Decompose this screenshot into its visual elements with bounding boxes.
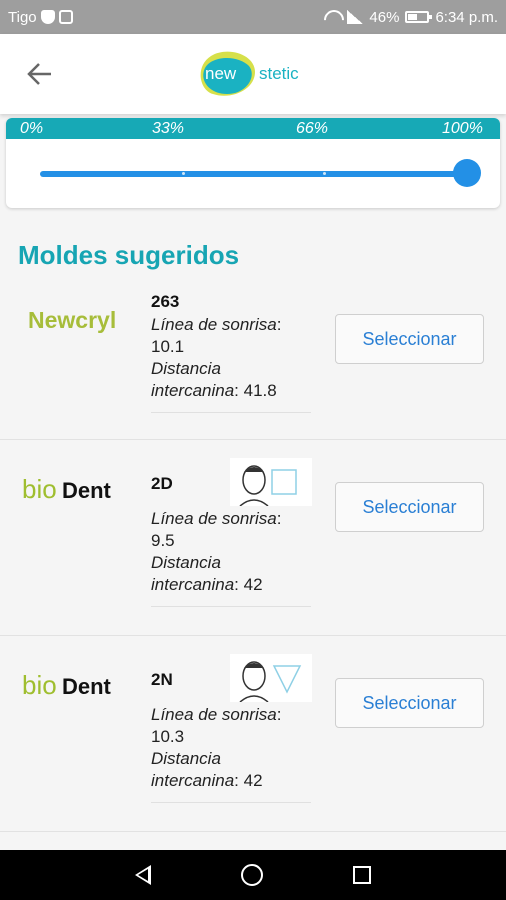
nav-home-icon[interactable]	[241, 864, 263, 886]
slider-step-dot	[182, 172, 185, 175]
svg-text:Newcryl: Newcryl	[28, 307, 116, 333]
smile-line-label: Línea de sonrisa	[151, 509, 277, 528]
progress-card: 0% 33% 66% 100%	[6, 118, 500, 208]
distance-label: Distancia	[151, 359, 221, 378]
nav-recents-icon[interactable]	[353, 866, 371, 884]
face-triangle-icon	[239, 661, 302, 703]
distance-label: Distancia	[151, 749, 221, 768]
logo-text-stetic: stetic	[259, 64, 299, 83]
smile-line-label: Línea de sonrisa	[151, 315, 277, 334]
smile-line-value: 10.3	[151, 727, 185, 746]
tick-label-0: 0%	[20, 120, 44, 137]
intercanine-label: intercanina	[151, 771, 235, 790]
wifi-icon	[323, 10, 341, 24]
smile-line-label: Línea de sonrisa	[151, 705, 277, 724]
distance-value: 42	[243, 771, 263, 790]
nav-back-icon[interactable]	[135, 865, 151, 885]
item-description: Línea de sonrisa: 10.1 Distancia interca…	[151, 315, 282, 400]
select-button[interactable]: Seleccionar	[335, 314, 484, 364]
status-left: Tigo	[8, 9, 73, 26]
section-title: Moldes sugeridos	[18, 240, 240, 270]
distance-value: 42	[243, 575, 263, 594]
face-square-icon	[239, 465, 297, 507]
face-shape-thumbnail	[230, 458, 312, 507]
item-divider	[151, 412, 311, 413]
item-description: Línea de sonrisa: 10.3 Distancia interca…	[151, 705, 282, 790]
status-right: 46% 6:34 p.m.	[323, 9, 498, 26]
back-button[interactable]	[22, 56, 58, 92]
intercanine-label: intercanina	[151, 575, 235, 594]
item-code: 263	[151, 292, 180, 311]
status-bar: Tigo 46% 6:34 p.m.	[0, 0, 506, 34]
list-item: bio Dent 2D Línea de sonrisa: 9.5 Distan…	[0, 440, 506, 636]
select-button[interactable]: Seleccionar	[335, 482, 484, 532]
newcryl-logo: Newcryl	[28, 307, 116, 333]
progress-slider-track[interactable]	[40, 171, 480, 177]
system-nav-bar	[0, 850, 506, 900]
item-description: Línea de sonrisa: 9.5 Distancia intercan…	[151, 509, 282, 594]
intercanine-label: intercanina	[151, 381, 235, 400]
smile-line-value: 9.5	[151, 531, 175, 550]
logo-text-new: new	[205, 64, 237, 83]
select-button[interactable]: Seleccionar	[335, 678, 484, 728]
tick-label-33: 33%	[152, 120, 185, 137]
battery-percent: 46%	[369, 8, 400, 26]
clock: 6:34 p.m.	[435, 8, 498, 26]
instagram-icon	[58, 10, 73, 24]
item-code: 2D	[151, 474, 173, 493]
list-item: Newcryl 263 Línea de sonrisa: 10.1 Dista…	[0, 282, 506, 440]
biodent-logo: bio Dent	[22, 670, 112, 700]
progress-slider-thumb[interactable]	[453, 159, 481, 187]
svg-text:bio: bio	[22, 474, 57, 504]
svg-text:Dent: Dent	[62, 674, 112, 699]
slider-step-dot	[323, 172, 326, 175]
app-header: new stetic	[0, 34, 506, 114]
item-divider	[151, 606, 311, 607]
battery-icon	[405, 11, 433, 23]
list-item: bio Dent 2N Línea de sonrisa: 10.3 Dista…	[0, 636, 506, 832]
smile-line-value: 10.1	[151, 337, 185, 356]
svg-text:Dent: Dent	[62, 478, 112, 503]
distance-value: 41.8	[243, 381, 277, 400]
distance-label: Distancia	[151, 553, 221, 572]
app-logo: new stetic	[197, 48, 312, 100]
face-shape-thumbnail	[230, 654, 312, 703]
tick-label-66: 66%	[296, 120, 329, 137]
arrow-left-icon	[27, 63, 51, 85]
item-divider	[151, 802, 311, 803]
carrier-label: Tigo	[8, 8, 37, 26]
svg-text:bio: bio	[22, 670, 57, 700]
item-code: 2N	[151, 670, 173, 689]
progress-ticks-bar: 0% 33% 66% 100%	[6, 118, 500, 139]
signal-icon	[347, 10, 364, 24]
shield-icon	[40, 10, 55, 24]
tick-label-100: 100%	[442, 120, 483, 137]
biodent-logo: bio Dent	[22, 474, 112, 504]
